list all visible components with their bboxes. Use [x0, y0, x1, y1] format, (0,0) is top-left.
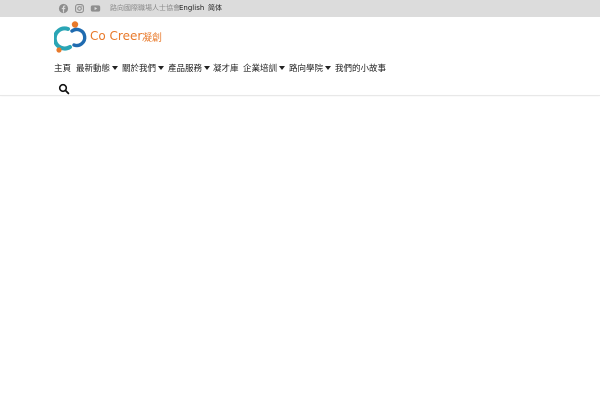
nav-label: 企業培訓 — [243, 64, 278, 74]
nav-label: 凝才庫 — [213, 64, 239, 74]
nav-item-about[interactable]: 關於我們 — [122, 63, 165, 75]
nav-label: 關於我們 — [122, 64, 157, 74]
english-link[interactable]: English — [179, 3, 204, 14]
nav-item-corporate-training[interactable]: 企業培訓 — [243, 63, 286, 75]
nav-item-home[interactable]: 主頁 — [54, 63, 71, 75]
nav-label: 路向學院 — [289, 64, 324, 74]
brand-name[interactable]: Co Creer — [90, 29, 142, 43]
nav-item-services[interactable]: 產品服務 — [168, 63, 211, 75]
caret-down-icon — [112, 65, 119, 70]
nav-label: 產品服務 — [168, 64, 203, 74]
nav-item-our-stories[interactable]: 我們的小故事 — [335, 63, 386, 75]
nav-item-news[interactable]: 最新動態 — [76, 63, 119, 75]
simplified-chinese-link[interactable]: 简体 — [208, 3, 222, 14]
nav-item-academy[interactable]: 路向學院 — [289, 63, 332, 75]
main-content — [0, 97, 600, 400]
header-divider — [0, 95, 600, 96]
instagram-icon[interactable] — [74, 3, 85, 14]
nav-item-talent-pool[interactable]: 凝才庫 — [213, 63, 239, 75]
search-icon[interactable] — [58, 83, 70, 95]
nav-label: 最新動態 — [76, 64, 111, 74]
top-bar: 路向國際職場人士協會 English 简体 — [0, 0, 600, 17]
nav-label: 我們的小故事 — [335, 64, 387, 74]
youtube-icon[interactable] — [90, 3, 101, 14]
caret-down-icon — [158, 65, 165, 70]
caret-down-icon — [325, 65, 332, 70]
caret-down-icon — [279, 65, 286, 70]
association-link[interactable]: 路向國際職場人士協會 — [110, 3, 180, 14]
facebook-icon[interactable] — [58, 3, 69, 14]
nav-label: 主頁 — [54, 64, 72, 74]
caret-down-icon — [204, 65, 211, 70]
brand-name-cn[interactable]: 凝創 — [142, 29, 162, 44]
